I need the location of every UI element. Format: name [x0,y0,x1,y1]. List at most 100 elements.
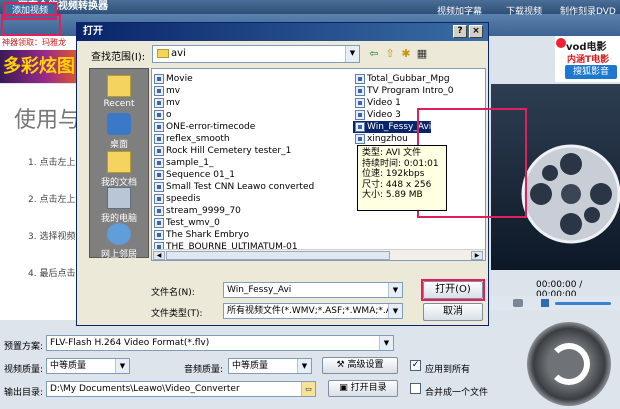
guide-step: 3. 选择视频 [28,232,76,242]
video-file-icon [154,218,164,228]
audio-quality-value: 中等质量 [232,361,269,371]
chevron-down-icon: ▼ [379,336,393,350]
video-file-icon [355,74,365,84]
subtitle-link[interactable]: 视频加字幕 [437,4,482,17]
desktop-icon [107,113,131,135]
filename-input[interactable]: Win_Fessy_Avi ▼ [223,282,403,298]
file-item[interactable]: Video 1 [353,97,401,109]
file-item[interactable]: ONE-error-timecode [152,121,255,133]
file-item[interactable]: o [152,109,172,121]
open-directory-label: 打开目录 [350,383,387,393]
place-desktop[interactable]: 桌面 [90,113,148,150]
file-item[interactable]: mv [152,97,180,109]
preset-value: FLV-Flash H.264 Video Format(*.flv) [50,338,210,348]
video-file-icon [154,146,164,156]
file-item[interactable]: Total_Gubbar_Mpg [353,73,450,85]
video-quality-value: 中等质量 [50,361,87,371]
view-menu-icon[interactable]: ▦ [415,47,429,61]
filetype-label: 文件类型(T): [151,309,203,319]
refresh-icon [548,343,590,385]
scroll-left-icon[interactable]: ◀ [153,251,165,260]
look-in-label: 查找范围(I): [91,52,146,63]
video-file-icon [355,98,365,108]
promo-strip[interactable]: 神器领取：玛雅龙 [0,36,88,50]
output-path-input[interactable]: D:\My Documents\Leawo\Video_Converter ▭ [46,381,316,397]
chevron-down-icon: ▼ [115,359,129,373]
apply-all-checkbox[interactable]: ✓ [410,360,421,371]
file-item[interactable]: xingzhou [353,133,408,145]
tooltip-line: 大小: 5.89 MB [362,190,423,200]
file-item[interactable]: Small Test CNN Leawo converted [152,181,314,193]
player-controls [491,296,620,310]
place-documents[interactable]: 我的文档 [90,151,148,188]
download-video-link[interactable]: 下载视频 [506,4,542,17]
video-quality-label: 视频质量: [4,365,44,375]
vod-title: vod电影 [566,42,607,53]
video-file-icon [154,230,164,240]
scroll-right-icon[interactable]: ▶ [471,251,483,260]
audio-quality-select[interactable]: 中等质量 ▼ [228,358,312,374]
scrollbar-thumb[interactable] [166,251,390,260]
back-icon[interactable]: ⇦ [367,47,381,61]
wrench-icon: ⚒ [336,360,348,370]
highlight-add-video [1,14,61,36]
close-button[interactable]: × [469,25,483,38]
dialog-title: 打开 [83,26,103,37]
cancel-button[interactable]: 取消 [423,303,483,321]
look-in-select[interactable]: avi ▼ [152,45,360,63]
file-item[interactable]: Sequence 01_1 [152,169,235,181]
tooltip-line: 尺寸: 448 x 256 [362,179,432,190]
file-item[interactable]: TV Program Intro_0 [353,85,453,97]
computer-icon [107,187,131,209]
tooltip-line: 类型: AVI 文件 [362,148,422,158]
file-item[interactable]: The Shark Embryo [152,229,249,241]
video-quality-select[interactable]: 中等质量 ▼ [46,358,130,374]
file-info-tooltip: 类型: AVI 文件 持续时间: 0:01:01 位速: 192kbps 尺寸:… [357,145,447,211]
file-item[interactable]: Video 3 [353,109,401,121]
file-item[interactable]: reflex_smooth [152,133,230,145]
filetype-select[interactable]: 所有视频文件(*.WMV;*.ASF;*.WMA;*.AVI; ▼ [223,303,403,319]
place-label: Recent [103,99,135,109]
video-file-icon [154,182,164,192]
place-recent[interactable]: Recent [90,75,148,109]
vod-logo-icon [556,38,566,48]
merge-checkbox[interactable] [410,383,421,394]
vod-button[interactable]: 搜狐影音 [565,65,617,79]
filename-value: Win_Fessy_Avi [227,285,292,295]
help-button[interactable]: ? [453,25,467,38]
video-file-icon [355,110,365,120]
guide-step: 2. 点击左上 [28,195,76,205]
folder-icon [157,49,169,58]
file-item[interactable]: speedis [152,193,200,205]
file-item[interactable]: Test_wmv_0 [152,217,220,229]
file-item[interactable]: stream_9999_70 [152,205,241,217]
file-item[interactable]: sample_1_ [152,157,213,169]
volume-slider[interactable] [555,302,611,305]
file-item[interactable]: mv [152,85,180,97]
advanced-settings-button[interactable]: ⚒ 高级设置 [322,357,398,374]
video-file-icon [355,134,365,144]
preset-select[interactable]: FLV-Flash H.264 Video Format(*.flv) ▼ [46,335,394,351]
open-directory-button[interactable]: ▣ 打开目录 [328,380,398,397]
up-folder-icon[interactable]: ⇧ [383,47,397,61]
file-item[interactable]: Movie [152,73,193,85]
file-item[interactable]: Rock Hill Cemetery tester_1 [152,145,291,157]
tooltip-line: 持续时间: 0:01:01 [362,158,439,169]
horizontal-scrollbar[interactable]: ◀ ▶ [152,249,485,260]
places-bar: Recent 桌面 我的文档 我的电脑 网上邻居 [89,68,149,260]
filename-label: 文件名(N): [151,288,195,298]
chevron-down-icon: ▼ [388,304,402,318]
video-file-icon [154,170,164,180]
volume-icon[interactable] [541,299,549,307]
place-computer[interactable]: 我的电脑 [90,187,148,224]
folder-icon[interactable]: ▭ [301,382,315,396]
output-path-value: D:\My Documents\Leawo\Video_Converter [50,384,240,394]
camera-icon[interactable] [513,299,523,307]
burn-dvd-link[interactable]: 制作刻录DVD [560,4,616,17]
folder-icon: ▣ [339,383,351,393]
place-network[interactable]: 网上邻居 [90,223,148,260]
new-folder-icon[interactable]: ✱ [399,47,413,61]
look-in-value: avi [171,48,186,59]
video-file-icon [355,86,365,96]
video-file-icon [154,194,164,204]
